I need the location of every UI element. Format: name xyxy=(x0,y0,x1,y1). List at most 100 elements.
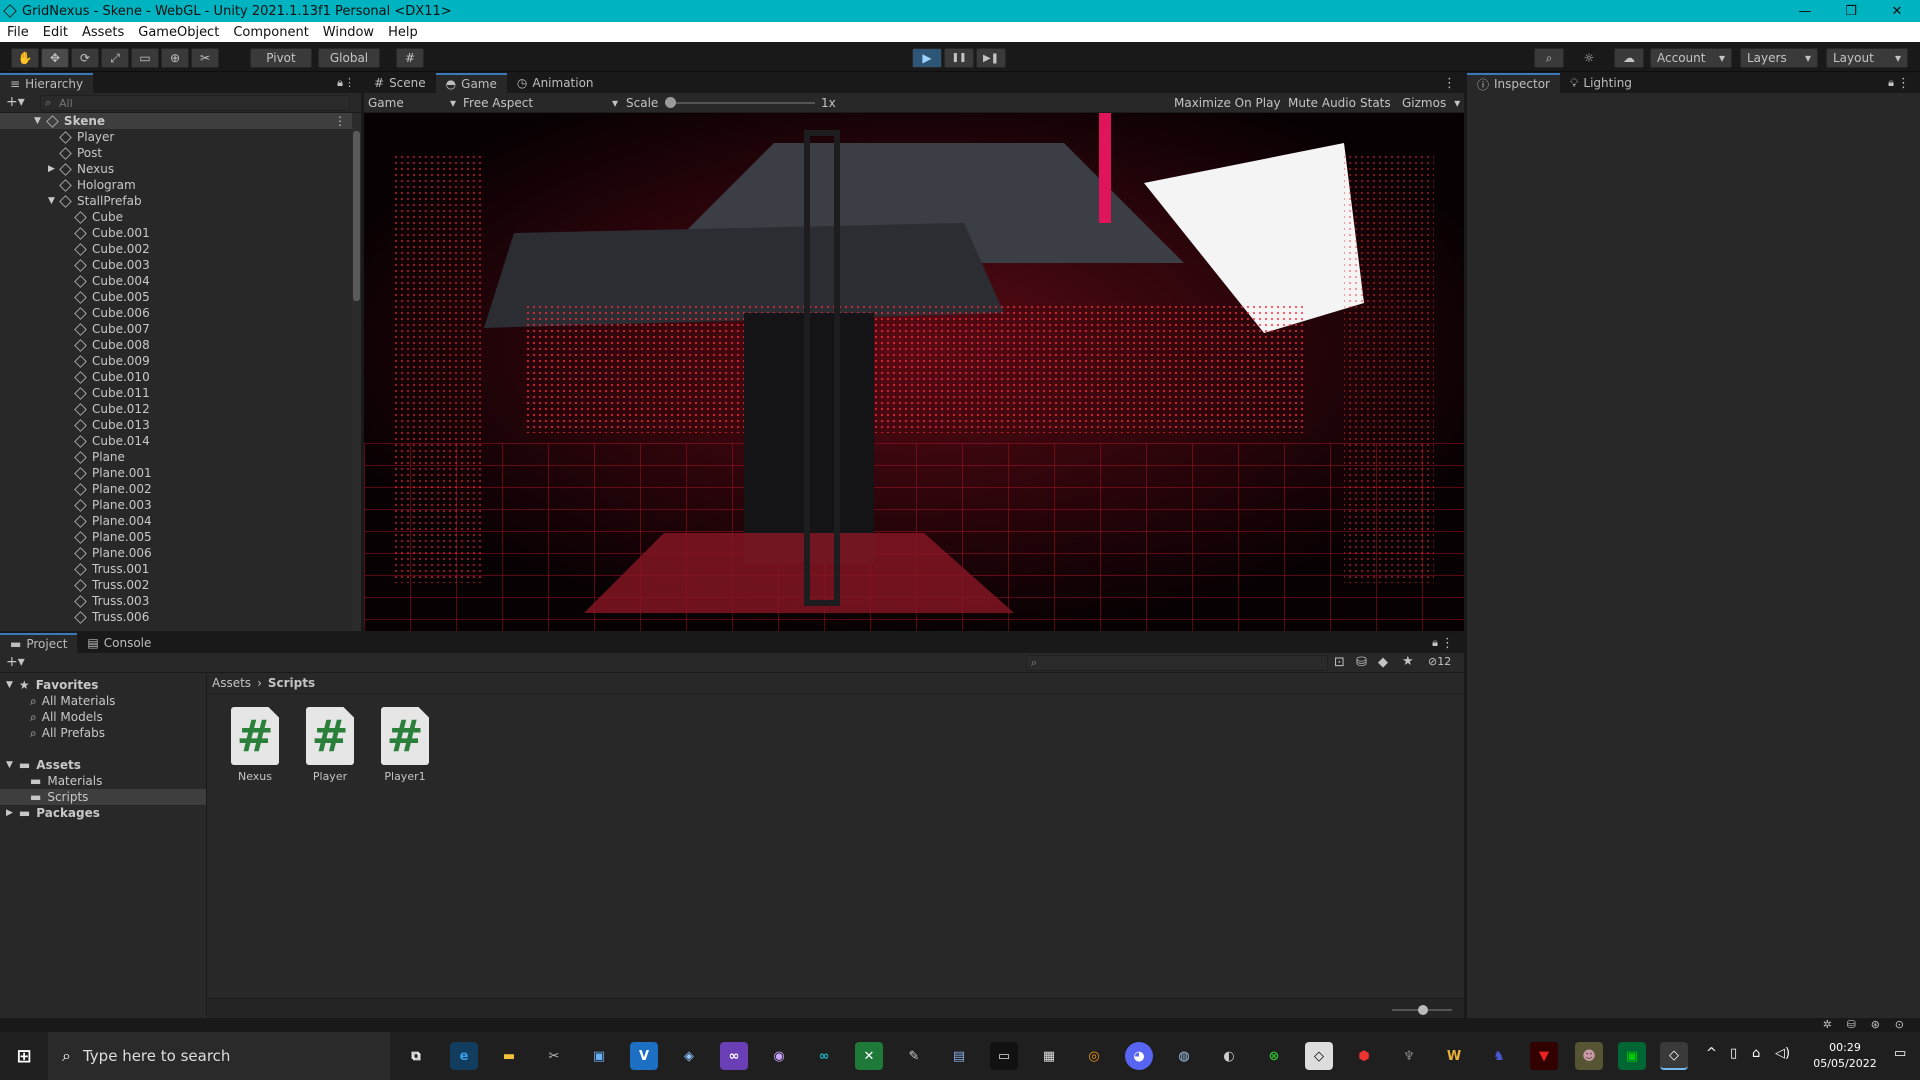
xbox-icon[interactable]: ⊗ xyxy=(1260,1042,1288,1070)
aspect-dropdown[interactable]: Free Aspect ▾ xyxy=(463,94,618,112)
bug-icon[interactable]: ✲ xyxy=(1823,1018,1832,1031)
document-icon[interactable]: ▦ xyxy=(1035,1042,1063,1070)
search-by-label-icon[interactable]: ⛁ xyxy=(1356,655,1367,670)
file-explorer-icon[interactable]: ▬ xyxy=(495,1042,523,1070)
vscode-icon[interactable]: V xyxy=(630,1042,658,1070)
tab-inspector[interactable]: ⓘ Inspector xyxy=(1467,73,1560,93)
list-item[interactable]: ▬ Materials xyxy=(0,773,206,789)
snipping-tool-icon[interactable]: ✂ xyxy=(540,1042,568,1070)
arduino-icon[interactable]: ∞ xyxy=(810,1042,838,1070)
edge-icon[interactable]: e xyxy=(450,1042,478,1070)
list-item[interactable]: Plane xyxy=(0,449,352,465)
tag-icon[interactable]: ◆ xyxy=(1378,655,1388,670)
list-item[interactable]: Cube.003 xyxy=(0,257,352,273)
menu-edit[interactable]: Edit xyxy=(36,25,75,40)
list-item[interactable]: Cube.007 xyxy=(0,321,352,337)
list-item[interactable]: Post xyxy=(0,145,352,161)
hierarchy-search-input[interactable]: ⌕ All xyxy=(40,95,350,111)
list-item[interactable]: Plane.005 xyxy=(0,529,352,545)
steam-icon[interactable]: ◍ xyxy=(1170,1042,1198,1070)
layers-dropdown[interactable]: Layers ▾ xyxy=(1740,48,1818,68)
scrollbar-thumb[interactable] xyxy=(353,131,360,301)
tab-animation[interactable]: ◷ Animation xyxy=(507,73,604,93)
add-icon[interactable]: +▾ xyxy=(6,654,25,670)
rect-tool-icon[interactable]: ▭ xyxy=(131,48,159,68)
tab-project[interactable]: ▬ Project xyxy=(0,633,78,653)
hidden-packages-toggle[interactable]: ⊘12 xyxy=(1428,655,1451,668)
unity-hub-icon[interactable]: ◇ xyxy=(1305,1042,1333,1070)
list-item[interactable]: Truss.001 xyxy=(0,561,352,577)
more-options-icon[interactable]: ⋮ xyxy=(334,114,346,128)
list-item[interactable]: Cube.006 xyxy=(0,305,352,321)
app-icon[interactable]: W xyxy=(1440,1042,1468,1070)
scale-slider-track[interactable] xyxy=(665,97,815,108)
script-asset-player[interactable]: # Player xyxy=(300,707,360,783)
lock-icon[interactable]: 🔒︎ xyxy=(337,76,343,90)
list-item[interactable]: ▶ Nexus xyxy=(0,161,352,177)
list-item[interactable]: Plane.003 xyxy=(0,497,352,513)
search-by-type-icon[interactable]: ⊡ xyxy=(1334,655,1345,670)
app-icon[interactable]: ✎ xyxy=(900,1042,928,1070)
list-item[interactable]: Plane.002 xyxy=(0,481,352,497)
transform-tool-icon[interactable]: ⊕ xyxy=(161,48,189,68)
list-item[interactable]: ▼ StallPrefab xyxy=(0,193,352,209)
menu-gameobject[interactable]: GameObject xyxy=(131,25,226,40)
display-dropdown[interactable]: Game ▾ xyxy=(368,94,456,112)
chevron-right-icon[interactable]: ▶ xyxy=(48,164,55,174)
list-item[interactable]: Plane.001 xyxy=(0,465,352,481)
cloud-icon[interactable]: ☁ xyxy=(1614,48,1644,68)
list-item[interactable]: Cube.005 xyxy=(0,289,352,305)
list-item[interactable]: Hologram xyxy=(0,177,352,193)
discord-icon[interactable]: ◕ xyxy=(1125,1042,1153,1070)
list-item[interactable]: Truss.003 xyxy=(0,593,352,609)
more-options-icon[interactable]: ⋮ xyxy=(1441,636,1454,651)
pivot-toggle[interactable]: Pivot xyxy=(250,48,312,68)
terminal-icon[interactable]: ▭ xyxy=(990,1042,1018,1070)
search-icon[interactable]: ⌕ xyxy=(1534,48,1564,68)
favorites-item[interactable]: ▼ ★ Favorites xyxy=(0,677,206,693)
gizmos-dropdown[interactable]: Gizmos ▾ xyxy=(1402,94,1460,112)
battery-icon[interactable]: ▯ xyxy=(1730,1046,1737,1061)
cache-icon[interactable]: ⊛ xyxy=(1871,1018,1880,1031)
breadcrumb-assets[interactable]: Assets xyxy=(212,676,251,690)
app-icon[interactable]: ♆ xyxy=(1395,1042,1423,1070)
app-icon[interactable]: ☻ xyxy=(1575,1042,1603,1070)
database-icon[interactable]: ⛁ xyxy=(1847,1018,1856,1031)
grid-snap-icon[interactable]: # xyxy=(396,48,424,68)
mute-audio-toggle[interactable]: Mute Audio xyxy=(1288,94,1356,112)
icon-size-slider[interactable] xyxy=(1392,1005,1452,1015)
menu-component[interactable]: Component xyxy=(226,25,315,40)
app-icon[interactable]: ⬢ xyxy=(1350,1042,1378,1070)
photos-icon[interactable]: ▣ xyxy=(585,1042,613,1070)
list-item[interactable]: Plane.004 xyxy=(0,513,352,529)
assets-folder[interactable]: ▼ ▬ Assets xyxy=(0,757,206,773)
tab-lighting[interactable]: 💡︎ Lighting xyxy=(1560,73,1642,93)
taskbar-clock[interactable]: 00:29 05/05/2022 xyxy=(1800,1040,1890,1072)
stats-toggle[interactable]: Stats xyxy=(1360,94,1391,112)
list-item[interactable]: Player xyxy=(0,129,352,145)
list-item[interactable]: Cube.012 xyxy=(0,401,352,417)
chevron-up-icon[interactable]: ^ xyxy=(1706,1046,1717,1061)
lock-icon[interactable]: 🔒︎ xyxy=(1432,636,1438,650)
visual-studio-icon[interactable]: ∞ xyxy=(720,1042,748,1070)
more-options-icon[interactable]: ⋮ xyxy=(344,76,355,89)
tab-hierarchy[interactable]: ≡ Hierarchy xyxy=(0,73,94,93)
list-item[interactable]: Cube xyxy=(0,209,352,225)
game-render-view[interactable] xyxy=(364,113,1464,631)
notepad-icon[interactable]: ▤ xyxy=(945,1042,973,1070)
project-search-input[interactable]: ⌕ xyxy=(1026,655,1328,671)
menu-file[interactable]: File xyxy=(0,25,36,40)
app-icon[interactable]: ▼ xyxy=(1530,1042,1558,1070)
more-options-icon[interactable]: ⋮ xyxy=(1443,76,1456,91)
tab-game[interactable]: ◓ Game xyxy=(435,73,507,93)
close-button[interactable]: ✕ xyxy=(1874,0,1920,22)
hand-tool-icon[interactable]: ✋ xyxy=(11,48,39,68)
collab-icon[interactable]: ☼ xyxy=(1574,48,1604,68)
pause-button[interactable]: ❚❚ xyxy=(944,48,974,68)
packages-folder[interactable]: ▶ ▬ Packages xyxy=(0,805,206,821)
script-asset-nexus[interactable]: # Nexus xyxy=(225,707,285,783)
list-item[interactable]: Plane.006 xyxy=(0,545,352,561)
obs-icon[interactable]: ◐ xyxy=(1215,1042,1243,1070)
checkmark-icon[interactable]: ⊙ xyxy=(1895,1018,1904,1031)
list-item[interactable]: Cube.008 xyxy=(0,337,352,353)
